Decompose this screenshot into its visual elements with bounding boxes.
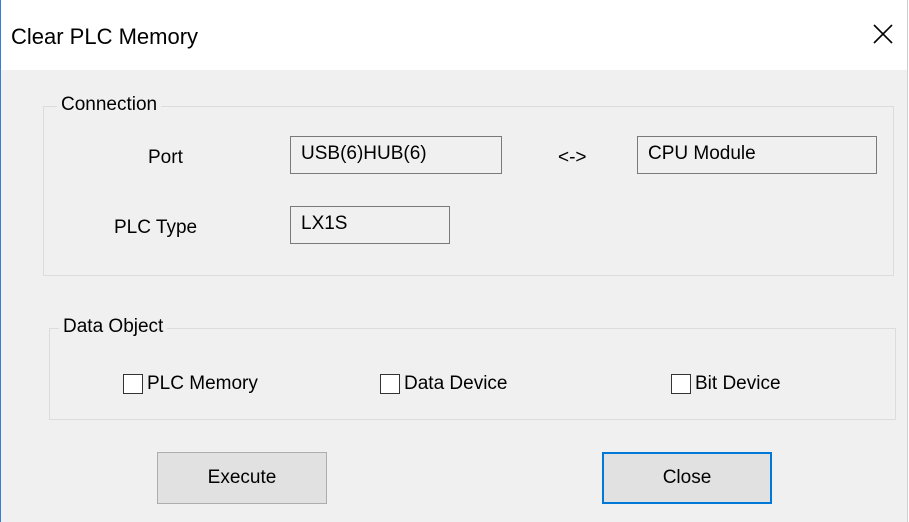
target-module-field: CPU Module: [637, 136, 877, 174]
data-device-option[interactable]: Data Device: [380, 370, 508, 398]
bit-device-label: Bit Device: [695, 373, 781, 394]
connection-legend: Connection: [57, 94, 162, 116]
close-icon-glyph: [873, 24, 893, 44]
bit-device-option[interactable]: Bit Device: [671, 370, 781, 398]
plc-memory-label: PLC Memory: [147, 373, 258, 394]
plc-type-label: PLC Type: [114, 217, 198, 238]
clear-plc-memory-dialog: Clear PLC Memory Connection Port USB(6)H…: [0, 0, 908, 522]
plc-memory-option[interactable]: PLC Memory: [123, 370, 258, 398]
dialog-title: Clear PLC Memory: [11, 24, 199, 49]
plc-type-field: LX1S: [290, 206, 450, 244]
port-field: USB(6)HUB(6): [290, 136, 502, 174]
connection-arrow: <->: [558, 147, 587, 168]
execute-button[interactable]: Execute: [157, 452, 327, 504]
close-button[interactable]: Close: [602, 452, 772, 504]
plc-memory-checkbox[interactable]: [123, 374, 143, 394]
title-bar: Clear PLC Memory: [1, 0, 907, 70]
data-object-legend: Data Object: [59, 316, 168, 338]
connection-group: [43, 106, 894, 276]
close-icon[interactable]: [867, 18, 899, 50]
data-device-checkbox[interactable]: [380, 374, 400, 394]
port-label: Port: [148, 147, 183, 168]
data-device-label: Data Device: [404, 373, 508, 394]
bit-device-checkbox[interactable]: [671, 374, 691, 394]
